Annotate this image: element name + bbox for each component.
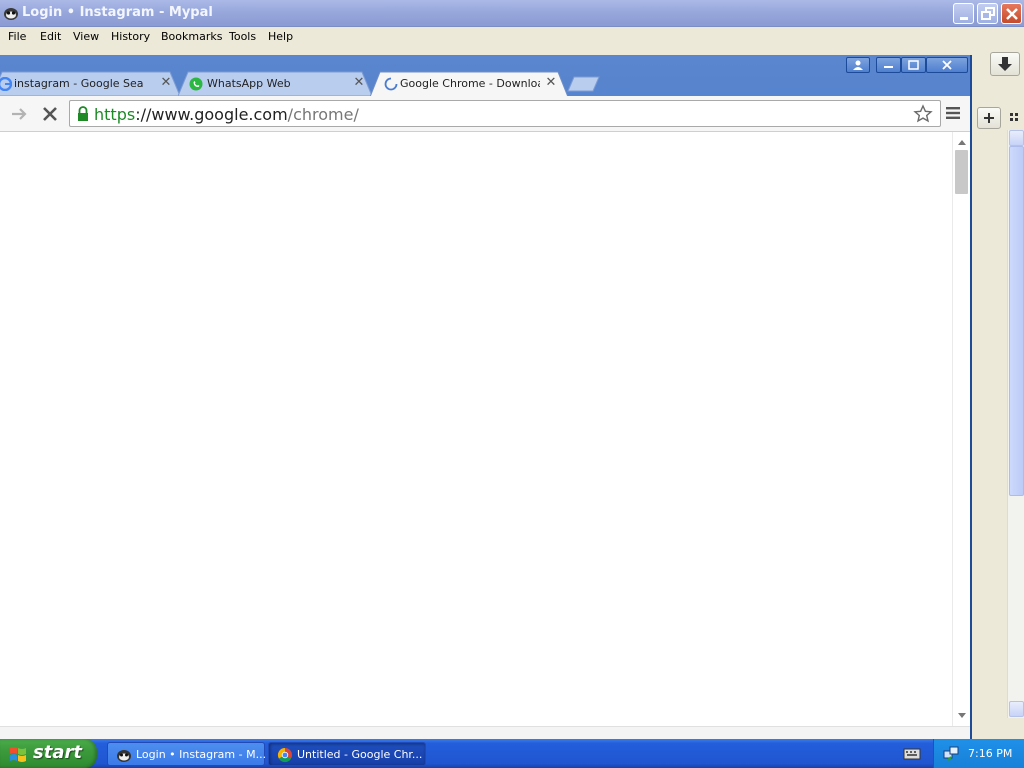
- url-host: www.google.com: [151, 105, 288, 124]
- tab-close-icon[interactable]: ✕: [353, 76, 365, 90]
- user-icon: [853, 60, 863, 70]
- start-button[interactable]: start: [0, 739, 97, 768]
- chrome-profile-button[interactable]: [846, 57, 870, 73]
- close-icon: [1006, 8, 1018, 20]
- windows-logo-icon: [10, 747, 26, 762]
- mypal-new-tab-button[interactable]: [977, 107, 1001, 129]
- mypal-app-icon: [4, 8, 18, 20]
- mypal-menu-bar: File Edit View History Bookmarks Tools H…: [0, 27, 1024, 47]
- mypal-title-bar[interactable]: Login • Instagram - Mypal: [0, 0, 1024, 27]
- plus-icon: [984, 113, 994, 123]
- tab-google-chrome-download[interactable]: Google Chrome - Download t ✕: [370, 71, 570, 97]
- mypal-downloads-button[interactable]: [990, 52, 1020, 76]
- google-icon: [0, 77, 12, 91]
- mypal-window-title: Login • Instagram - Mypal: [22, 5, 213, 20]
- menu-edit[interactable]: Edit: [40, 30, 61, 43]
- maximize-icon: [908, 60, 919, 70]
- chrome-maximize-button[interactable]: [901, 57, 926, 73]
- tab-whatsapp-web[interactable]: WhatsApp Web ✕: [178, 71, 374, 96]
- url-path: /chrome/: [287, 105, 359, 124]
- taskbar-item-chrome[interactable]: Untitled - Google Chr...: [268, 742, 426, 766]
- stop-loading-icon[interactable]: [41, 105, 59, 123]
- mypal-icon: [117, 750, 131, 762]
- restore-icon: [981, 7, 995, 20]
- tab-label: WhatsApp Web: [207, 77, 291, 90]
- tab-list-grid-icon[interactable]: [1008, 111, 1020, 123]
- scroll-thumb[interactable]: [1009, 146, 1024, 496]
- mypal-scrollbar[interactable]: [1007, 130, 1024, 718]
- loading-spinner-icon: [384, 77, 398, 91]
- url-text[interactable]: https://www.google.com/chrome/: [94, 105, 359, 124]
- menu-bookmarks[interactable]: Bookmarks: [161, 30, 222, 43]
- forward-arrow-icon[interactable]: [10, 106, 30, 122]
- taskbar-item-label: Login • Instagram - M...: [136, 748, 267, 761]
- start-label: start: [33, 742, 82, 763]
- close-icon: [942, 60, 952, 70]
- menu-tools[interactable]: Tools: [229, 30, 256, 43]
- taskbar-item-label: Untitled - Google Chr...: [297, 748, 423, 761]
- page-content: [0, 132, 952, 726]
- url-separator: ://: [135, 105, 152, 124]
- mypal-close-button[interactable]: [1001, 3, 1022, 24]
- scroll-thumb[interactable]: [955, 150, 968, 194]
- scroll-down-arrow-icon[interactable]: [957, 712, 967, 720]
- chrome-icon: [277, 747, 292, 763]
- url-scheme: https: [94, 105, 136, 124]
- hamburger-menu-icon[interactable]: [945, 106, 961, 120]
- lock-icon[interactable]: [76, 106, 90, 122]
- tab-label: instagram - Google Search: [14, 77, 144, 90]
- scroll-up-arrow-icon[interactable]: [957, 138, 967, 146]
- tab-close-icon[interactable]: ✕: [160, 76, 172, 90]
- tab-instagram-search[interactable]: instagram - Google Search ✕: [0, 71, 182, 96]
- network-icon[interactable]: [943, 745, 959, 761]
- minimize-icon: [960, 17, 968, 20]
- scroll-down-arrow[interactable]: [1009, 701, 1024, 717]
- menu-file[interactable]: File: [8, 30, 26, 43]
- page-scrollbar[interactable]: [952, 132, 970, 726]
- chrome-close-button[interactable]: [926, 57, 968, 73]
- taskbar-item-mypal[interactable]: Login • Instagram - M...: [107, 742, 267, 766]
- scroll-up-arrow[interactable]: [1009, 130, 1024, 146]
- clock: 7:16 PM: [968, 747, 1013, 760]
- keyboard-icon[interactable]: [903, 745, 921, 761]
- chrome-minimize-button[interactable]: [876, 57, 901, 73]
- status-bar-strip: [0, 726, 970, 739]
- minimize-icon: [884, 66, 893, 68]
- mypal-minimize-button[interactable]: [953, 3, 974, 24]
- menu-help[interactable]: Help: [268, 30, 293, 43]
- address-bar[interactable]: https://www.google.com/chrome/: [69, 100, 941, 127]
- tab-close-icon[interactable]: ✕: [545, 76, 557, 90]
- tab-label: Google Chrome - Download t: [400, 77, 540, 90]
- new-tab-button[interactable]: [567, 76, 601, 92]
- menu-view[interactable]: View: [73, 30, 99, 43]
- menu-history[interactable]: History: [111, 30, 150, 43]
- system-tray: 7:16 PM: [933, 739, 1024, 768]
- mypal-restore-button[interactable]: [977, 3, 998, 24]
- whatsapp-icon: [189, 77, 203, 91]
- bookmark-star-icon[interactable]: [913, 104, 933, 124]
- download-arrow-icon: [998, 57, 1012, 71]
